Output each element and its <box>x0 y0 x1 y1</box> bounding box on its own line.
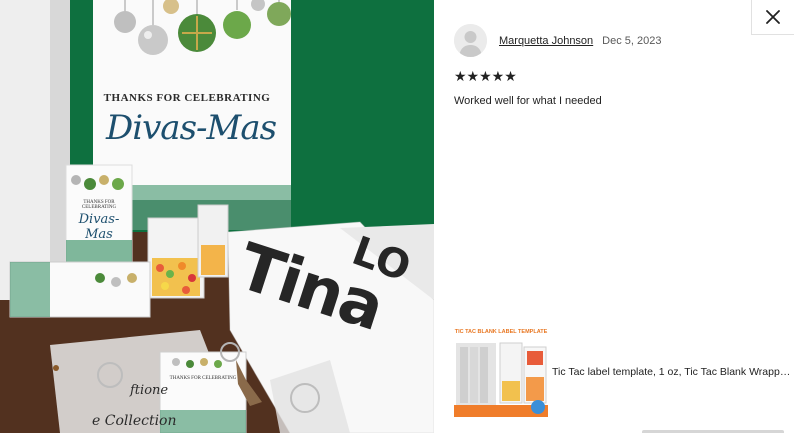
card-title-text: THANKS FOR CELEBRATING <box>169 376 237 381</box>
box-script-text: Divas-Mas <box>78 212 120 242</box>
star-rating-stars: ★★★★★ <box>454 68 517 84</box>
review-photo-illustration <box>0 0 434 433</box>
reviewer-name-link[interactable]: Marquetta Johnson <box>499 35 593 47</box>
close-button[interactable] <box>751 0 794 35</box>
review-text: Worked well for what I needed <box>454 95 602 107</box>
review-panel: Marquetta Johnson Dec 5, 2023 ★★★★★ Work… <box>434 0 794 433</box>
avatar[interactable] <box>454 24 487 57</box>
product-title[interactable]: Tic Tac label template, 1 oz, Tic Tac Bl… <box>552 366 792 378</box>
review-photo-modal: THANKS FOR CELEBRATING Divas-Mas THANKS … <box>0 0 794 433</box>
review-photo: THANKS FOR CELEBRATING Divas-Mas THANKS … <box>0 0 434 433</box>
user-silhouette-icon <box>454 24 487 57</box>
reviewer-info: Marquetta Johnson Dec 5, 2023 <box>454 24 662 57</box>
sign-title-text: THANKS FOR CELEBRATING <box>103 92 271 104</box>
product-link[interactable]: TIC TAC BLANK LABEL TEMPLATE Tic Tac lab… <box>454 327 792 417</box>
review-date: Dec 5, 2023 <box>602 34 662 47</box>
box-title-text: THANKS FOR CELEBRATING <box>81 200 117 210</box>
sign-script-text: Divas-Mas <box>105 108 277 148</box>
card-script-text-2: e Collection <box>92 413 177 429</box>
close-icon <box>766 10 780 24</box>
product-thumbnail-image <box>454 342 548 417</box>
card-script-text-1: ftione <box>130 383 169 398</box>
star-rating: ★★★★★ <box>454 69 517 83</box>
product-thumbnail[interactable]: TIC TAC BLANK LABEL TEMPLATE <box>454 327 548 417</box>
